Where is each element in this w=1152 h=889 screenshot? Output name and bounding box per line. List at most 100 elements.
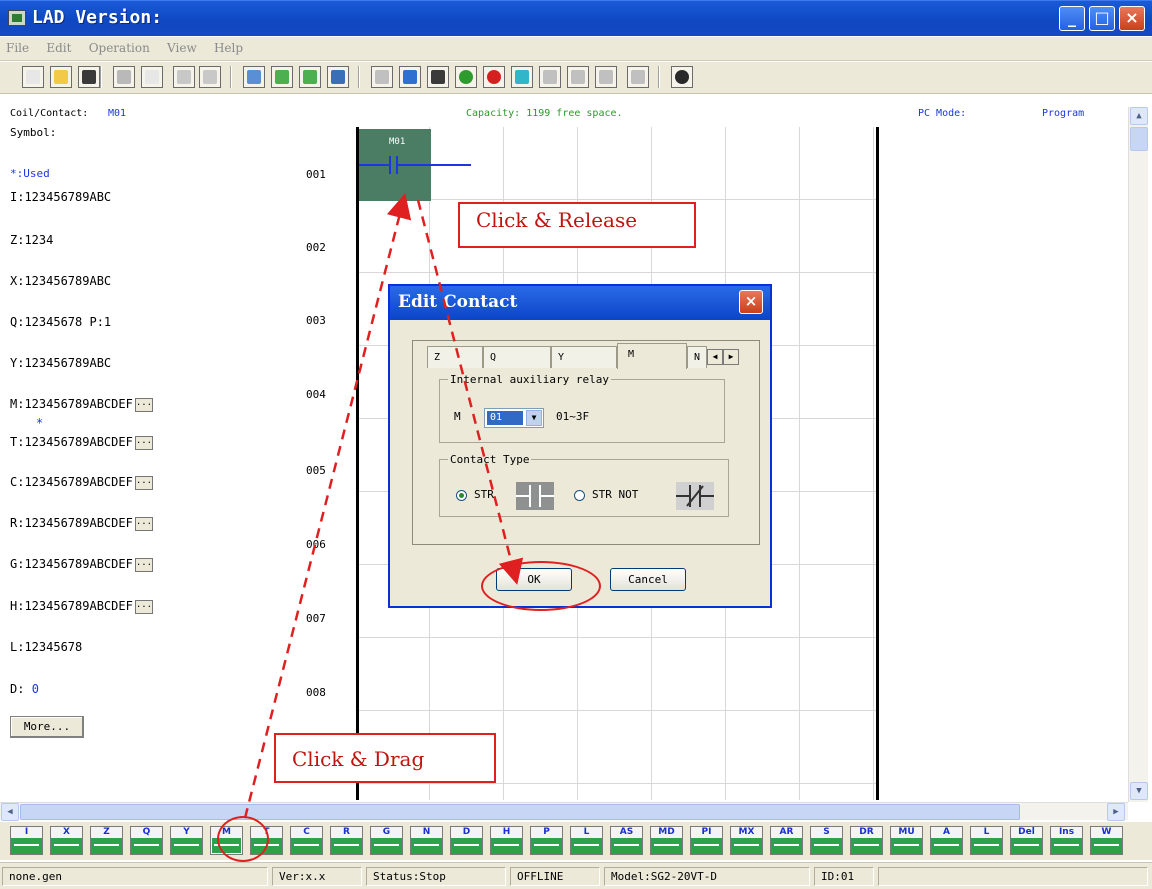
scroll-left-icon[interactable]: ◀ [1,803,19,821]
palette-x-button[interactable]: X [50,826,83,855]
new-icon[interactable] [22,66,44,88]
palette-g-button[interactable]: G [370,826,403,855]
palette-p-button[interactable]: P [530,826,563,855]
minimize-button[interactable]: _ [1059,6,1085,31]
row-number: 002 [306,241,326,254]
t-more-button[interactable]: ... [134,435,153,450]
g-more-button[interactable]: ... [134,557,153,572]
palette-w-button[interactable]: W [1090,826,1123,855]
right-power-rail [876,127,879,800]
palette-mu-button[interactable]: MU [890,826,923,855]
c-more-button[interactable]: ... [134,475,153,490]
connect-icon[interactable] [371,66,393,88]
redo-icon[interactable] [199,66,221,88]
open-icon-glyph [54,70,68,84]
upload-icon[interactable] [627,66,649,88]
palette-q-button[interactable]: Q [130,826,163,855]
palette-d-button[interactable]: D [450,826,483,855]
palette-n-button[interactable]: N [410,826,443,855]
str-not-radio[interactable] [574,490,585,501]
palette-ar-button[interactable]: AR [770,826,803,855]
new-icon-glyph [26,70,40,84]
tools-icon[interactable] [113,66,135,88]
tab-n[interactable]: N [687,346,707,368]
palette-label: A [931,827,962,838]
scroll-right-icon[interactable]: ▶ [1107,803,1125,821]
palette-dr-button[interactable]: DR [850,826,883,855]
symbol-line-t-text: T:123456789ABCDEF [10,435,133,449]
menu-view[interactable]: View [161,37,201,55]
help-icon[interactable] [671,66,693,88]
palette-a-button[interactable]: A [930,826,963,855]
ladder-view-icon[interactable] [243,66,265,88]
r-more-button[interactable]: ... [134,516,153,531]
chevron-down-icon[interactable]: ▼ [526,410,542,426]
fbd-view-icon[interactable] [271,66,293,88]
palette-del-button[interactable]: Del [1010,826,1043,855]
palette-l-button[interactable]: L [970,826,1003,855]
cancel-button[interactable]: Cancel [610,568,686,591]
menu-operation[interactable]: Operation [83,37,154,55]
symbol-line-m: M:123456789ABCDEF... [10,397,153,412]
left-power-rail [356,127,359,800]
compare-icon[interactable] [595,66,617,88]
palette-ins-button[interactable]: Ins [1050,826,1083,855]
palette-r-button[interactable]: R [330,826,363,855]
tab-left-icon[interactable]: ◀ [707,349,723,365]
h-more-button[interactable]: ... [134,599,153,614]
palette-l-button[interactable]: L [570,826,603,855]
palette-i-button[interactable]: I [10,826,43,855]
ladder-cell-m01[interactable]: M01 [359,129,431,201]
tab-m[interactable]: M [617,343,687,369]
refresh-icon[interactable] [399,66,421,88]
relay-select[interactable]: 01 ▼ [484,408,544,428]
settings-icon[interactable] [427,66,449,88]
more-button[interactable]: More... [10,716,84,738]
tab-right-icon[interactable]: ▶ [723,349,739,365]
monitor-icon[interactable] [299,66,321,88]
close-button[interactable]: × [1119,6,1145,31]
read-icon[interactable] [539,66,561,88]
palette-md-button[interactable]: MD [650,826,683,855]
undo-icon[interactable] [173,66,195,88]
contact-symbol-icon [614,844,639,846]
scroll-thumb[interactable] [1130,127,1148,151]
contact-symbol-icon [654,844,679,846]
palette-s-button[interactable]: S [810,826,843,855]
palette-z-button[interactable]: Z [90,826,123,855]
save-icon[interactable] [78,66,100,88]
dialog-title-bar[interactable]: Edit Contact × [390,286,770,320]
run-icon[interactable] [455,66,477,88]
str-radio[interactable] [456,490,467,501]
scroll-down-icon[interactable]: ▼ [1130,782,1148,800]
maximize-button[interactable]: □ [1089,6,1115,31]
palette-as-button[interactable]: AS [610,826,643,855]
tab-z[interactable]: Z [427,346,483,368]
tab-y[interactable]: Y [551,346,617,368]
m-more-button[interactable]: ... [134,397,153,412]
stop-icon[interactable] [483,66,505,88]
menu-edit[interactable]: Edit [40,37,75,55]
palette-label: D [451,827,482,838]
monitor-icon-glyph [303,70,317,84]
tab-q[interactable]: Q [483,346,551,368]
palette-h-button[interactable]: H [490,826,523,855]
horizontal-scrollbar[interactable]: ◀ ▶ [0,802,1128,821]
contact-symbol-icon [974,844,999,846]
scroll-up-icon[interactable]: ▲ [1130,107,1148,125]
palette-c-button[interactable]: C [290,826,323,855]
contact-wire [398,164,431,166]
comment-icon[interactable] [327,66,349,88]
palette-mx-button[interactable]: MX [730,826,763,855]
scroll-thumb[interactable] [20,804,1020,820]
vertical-scrollbar[interactable]: ▲ ▼ [1128,107,1148,802]
menu-file[interactable]: File [0,37,33,55]
dialog-close-icon[interactable]: × [739,290,763,314]
menu-help[interactable]: Help [208,37,247,55]
palette-pi-button[interactable]: PI [690,826,723,855]
quit-icon[interactable] [511,66,533,88]
write-icon[interactable] [567,66,589,88]
palette-y-button[interactable]: Y [170,826,203,855]
open-icon[interactable] [50,66,72,88]
preview-icon[interactable] [141,66,163,88]
